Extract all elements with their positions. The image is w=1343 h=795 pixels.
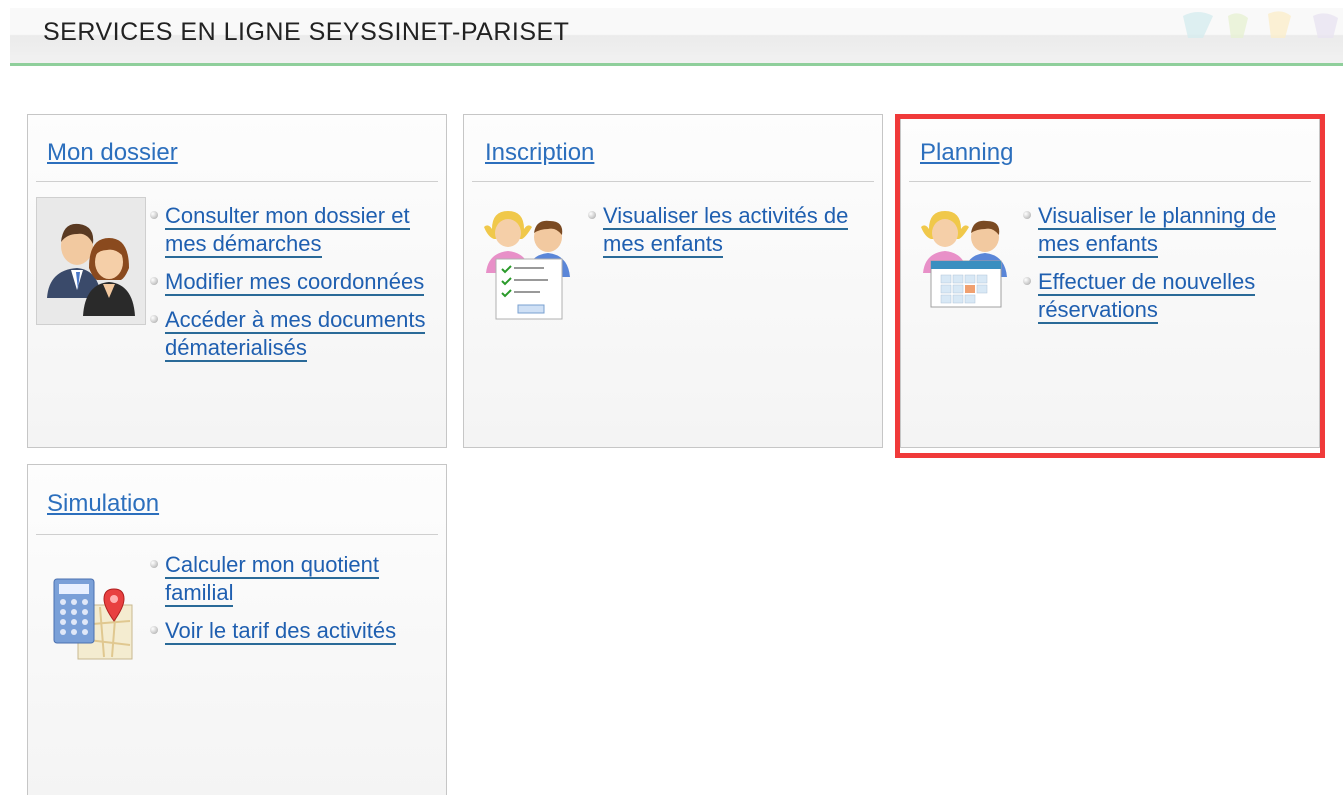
list-item: Modifier mes coordonnées (150, 268, 440, 296)
tile-links: Calculer mon quotient familial Voir le t… (150, 551, 440, 655)
link-tarif-activites[interactable]: Voir le tarif des activités (165, 618, 397, 645)
list-item: Consulter mon dossier et mes démarches (150, 202, 440, 258)
tile-divider (472, 181, 874, 182)
bullet-icon (150, 626, 158, 634)
list-item: Voir le tarif des activités (150, 617, 440, 645)
calculator-map-icon (50, 575, 136, 661)
bullet-icon (150, 277, 158, 285)
highlight-frame (895, 114, 1325, 458)
page: SERVICES EN LIGNE SEYSSINET-PARISET Mon … (0, 0, 1343, 795)
header-decoration-icon (1173, 8, 1343, 38)
tile-links: Visualiser les activités de mes enfants (588, 202, 873, 268)
tile-title-inscription[interactable]: Inscription (485, 139, 594, 167)
bullet-icon (588, 211, 596, 219)
children-checklist-icon (482, 203, 582, 323)
tile-inscription: Inscription Visualiser les activités de … (463, 114, 883, 448)
header-bar: SERVICES EN LIGNE SEYSSINET-PARISET (10, 8, 1343, 66)
tile-mon-dossier: Mon dossier Consulter mon dossier et mes… (27, 114, 447, 448)
bullet-icon (150, 560, 158, 568)
tile-divider (36, 181, 438, 182)
tile-title-simulation[interactable]: Simulation (47, 490, 159, 518)
tile-divider (36, 534, 438, 535)
link-modifier-coordonnees[interactable]: Modifier mes coordonnées (165, 269, 425, 296)
link-visualiser-activites[interactable]: Visualiser les activités de mes enfants (603, 203, 849, 258)
tile-title-mon-dossier[interactable]: Mon dossier (47, 139, 178, 167)
bullet-icon (150, 315, 158, 323)
list-item: Visualiser les activités de mes enfants (588, 202, 873, 258)
bullet-icon (150, 211, 158, 219)
tile-simulation: Simulation Calculer mon quotient familia… (27, 464, 447, 795)
list-item: Calculer mon quotient familial (150, 551, 440, 607)
link-calculer-quotient[interactable]: Calculer mon quotient familial (165, 552, 380, 607)
link-consulter-dossier[interactable]: Consulter mon dossier et mes démarches (165, 203, 410, 258)
page-title: SERVICES EN LIGNE SEYSSINET-PARISET (43, 18, 570, 46)
list-item: Accéder à mes documents dématerialisés (150, 306, 440, 362)
users-icon (36, 197, 146, 325)
link-documents-dematerialises[interactable]: Accéder à mes documents dématerialisés (165, 307, 426, 362)
tile-links: Consulter mon dossier et mes démarches M… (150, 202, 440, 372)
